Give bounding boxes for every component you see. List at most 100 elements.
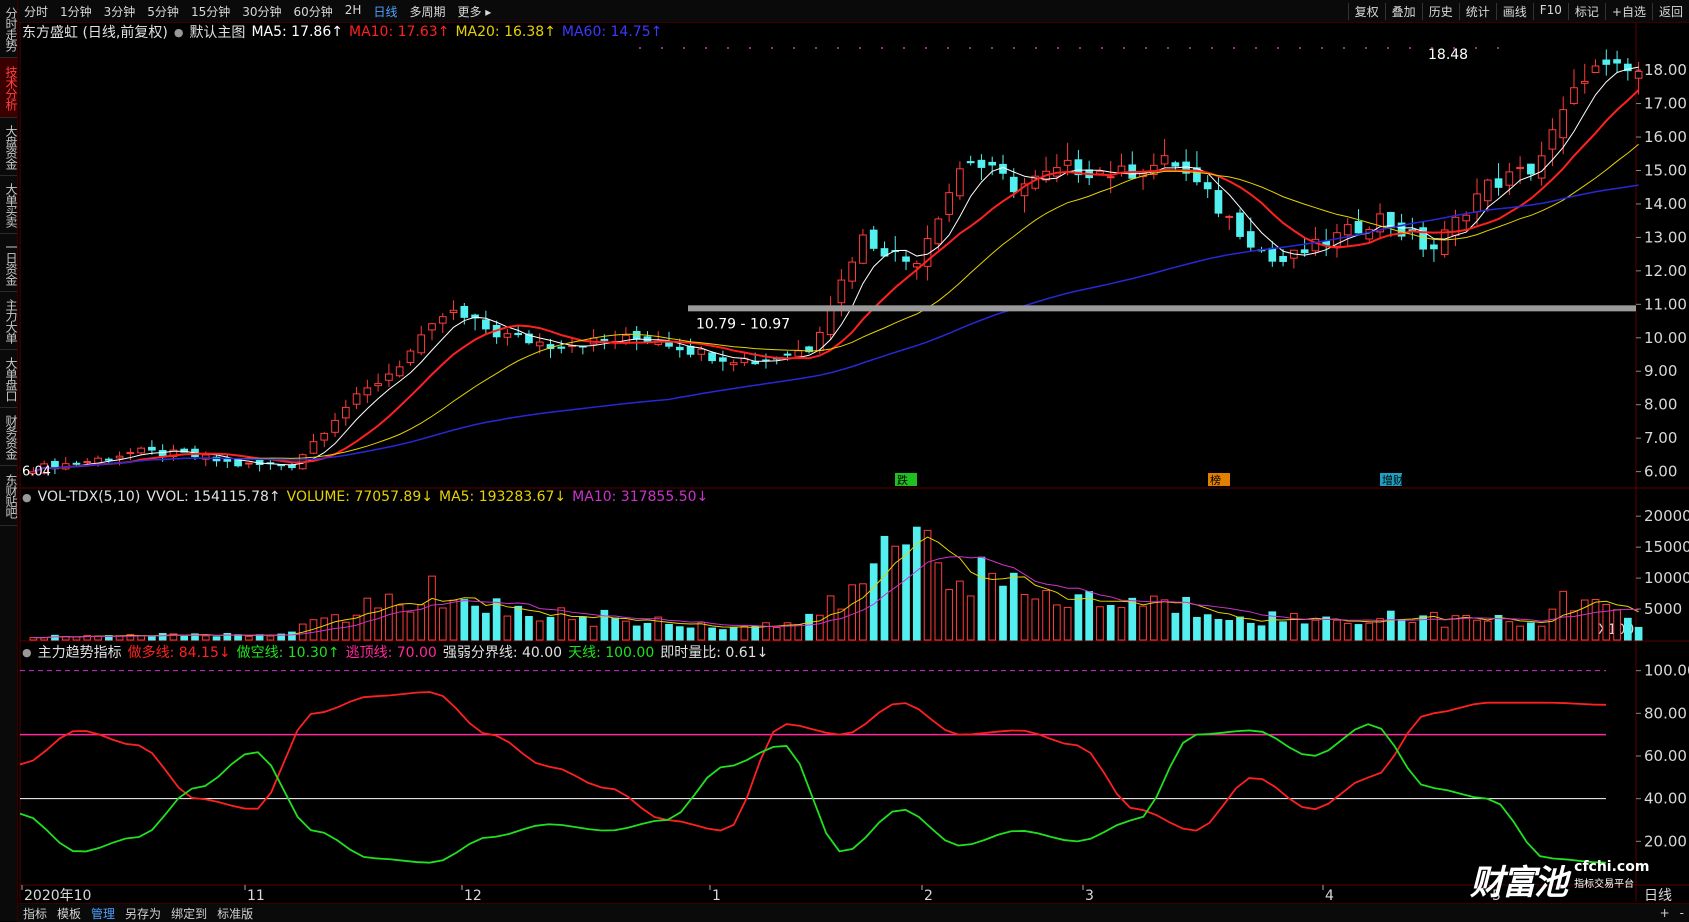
signal-dot (1321, 47, 1323, 49)
bottom-tab-2[interactable]: 管理 (86, 905, 120, 922)
signal-dot (859, 47, 861, 49)
candle-body (137, 447, 145, 454)
volume-bar (977, 556, 986, 641)
signal-dot (1123, 47, 1125, 49)
volume-bar (1365, 622, 1374, 641)
candle-body (417, 334, 426, 354)
volume-bar (611, 617, 619, 641)
x-tick-label: 4 (1325, 888, 1334, 904)
volume-bar (148, 636, 156, 641)
ind-tick-label: 20.00 (1644, 832, 1687, 850)
vol-tick-label: 5000 (1644, 600, 1682, 618)
volume-bar (1548, 608, 1557, 641)
x-tick-label: 11 (247, 888, 265, 904)
candle-body (1548, 129, 1557, 150)
volume-bar (223, 633, 232, 641)
volume-bar (1397, 619, 1406, 641)
volume-bar (1117, 607, 1126, 641)
signal-dot (661, 47, 663, 49)
signal-dot (925, 47, 927, 49)
bottom-tab-0[interactable]: 指标 (18, 905, 52, 922)
volume-bar (643, 622, 652, 641)
volume-bar (1193, 616, 1201, 641)
event-marker-3: 增财 (1382, 473, 1404, 487)
candle-body (514, 332, 523, 336)
zoom-in-button[interactable]: + (1655, 906, 1675, 920)
zoom-out-button[interactable]: - (1675, 906, 1689, 920)
candle-body (104, 458, 113, 461)
volume-bar (1591, 599, 1600, 641)
volume-bar (1031, 598, 1040, 641)
volume-bar (729, 627, 738, 641)
vol-tick-label: 15000 (1644, 538, 1689, 556)
candle-body (385, 373, 393, 381)
volume-bar (708, 627, 716, 641)
volume-bar (665, 623, 673, 641)
volume-bar (772, 627, 781, 641)
candle-body (406, 350, 415, 364)
bottom-tab-1[interactable]: 模板 (52, 905, 86, 922)
candle-body (1268, 247, 1277, 262)
volume-bar (956, 580, 964, 641)
bottom-tab-3[interactable]: 另存为 (120, 905, 166, 922)
volume-bar (902, 544, 910, 641)
volume-bar (1613, 609, 1621, 641)
candle-body (1473, 193, 1481, 213)
signal-dot (1057, 47, 1059, 49)
candle-body (352, 393, 361, 405)
volume-bar (805, 613, 813, 641)
signal-dot (1255, 47, 1257, 49)
bottom-tabs: 指标 模板 管理 另存为 绑定到 标准版 (18, 905, 258, 922)
volume-bar (1042, 590, 1050, 641)
volume-bar (600, 609, 609, 641)
candle-body (1591, 65, 1600, 74)
candle-body (1440, 229, 1449, 256)
volume-bar (762, 622, 770, 641)
candle-body (1063, 159, 1072, 166)
volume-bar (891, 545, 900, 641)
volume-bar (1106, 605, 1115, 641)
volume-bar (1182, 596, 1190, 641)
candle-body (535, 341, 544, 347)
price-tick-label: 15.00 (1644, 161, 1687, 179)
bottom-tab-5[interactable]: 标准版 (212, 905, 258, 922)
chart-canvas[interactable]: 18.0017.0016.0015.0014.0013.0012.0011.00… (0, 0, 1689, 921)
candle-body (794, 350, 803, 357)
volume-bar (1096, 606, 1104, 641)
signal-dot (771, 47, 773, 49)
watermark-domain: cfchi.com (1574, 859, 1650, 875)
candle-body (1171, 162, 1180, 167)
volume-bar (1527, 622, 1535, 641)
candle-body (1505, 171, 1514, 186)
price-tick-label: 8.00 (1644, 396, 1677, 414)
candle-body (1483, 179, 1492, 202)
price-tick-label: 7.00 (1644, 429, 1677, 447)
x-tick-label: 12 (464, 888, 482, 904)
candle-body (341, 406, 350, 419)
volume-bar (1494, 614, 1503, 641)
volume-bar (1516, 625, 1524, 641)
price-tick-label: 16.00 (1644, 128, 1687, 146)
candle-body (1462, 214, 1471, 222)
volume-bar (1473, 619, 1481, 641)
candle-body (783, 353, 792, 356)
volume-bar (1128, 597, 1137, 641)
volume-bar (158, 633, 167, 641)
candle-body (1365, 229, 1374, 240)
volume-bar (816, 614, 824, 641)
volume-bar (1343, 622, 1352, 641)
volume-bar (288, 631, 296, 641)
bottom-tab-4[interactable]: 绑定到 (166, 905, 212, 922)
signal-dot (683, 47, 685, 49)
signal-dot (815, 47, 817, 49)
volume-bar (1537, 625, 1546, 641)
volume-bar (320, 617, 329, 641)
candle-body (374, 383, 382, 387)
volume-bar (438, 607, 447, 641)
signal-dot (1167, 47, 1169, 49)
signal-dot (991, 47, 993, 49)
volume-bar (525, 615, 533, 641)
candle-body (395, 366, 404, 377)
price-tick-label: 18.00 (1644, 61, 1687, 79)
volume-bar (1203, 614, 1212, 641)
